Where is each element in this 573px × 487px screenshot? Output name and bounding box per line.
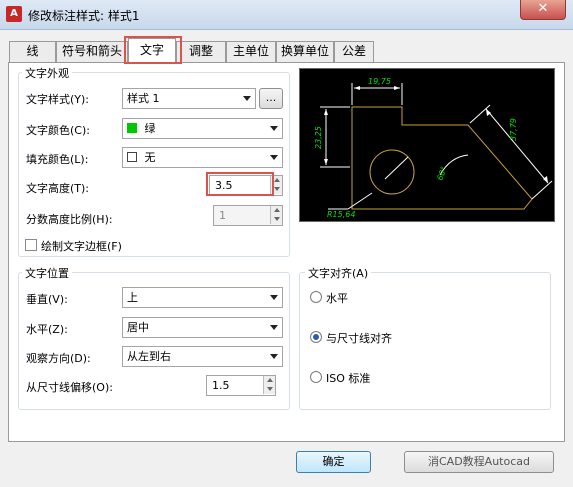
text-placement-title: 文字位置 <box>22 265 72 281</box>
dimension-preview-drawing: 19,75 23,25 37,79 60° R15,64 <box>314 77 553 219</box>
offset-value: 1.5 <box>212 379 230 392</box>
text-height-label: 文字高度(T): <box>26 182 90 195</box>
align-iso-label: ISO 标准 <box>326 372 371 385</box>
fill-color-select[interactable]: 无 <box>122 147 283 168</box>
empty-color-swatch <box>127 152 137 162</box>
preview-dimension-lines <box>320 83 553 210</box>
tab-primary-units[interactable]: 主单位 <box>226 41 276 62</box>
preview-dim-top: 19,75 <box>368 77 391 86</box>
spin-up-icon <box>270 206 282 215</box>
preview-part-outline <box>351 106 533 210</box>
fraction-height-label: 分数高度比例(H): <box>26 213 113 226</box>
tab-lines[interactable]: 线 <box>9 41 56 62</box>
text-style-value: 样式 1 <box>127 92 160 105</box>
text-color-label: 文字颜色(C): <box>26 124 90 137</box>
text-style-label: 文字样式(Y): <box>26 93 90 106</box>
spin-down-icon[interactable] <box>263 385 275 394</box>
tab-alternate-units[interactable]: 换算单位 <box>276 41 334 62</box>
text-style-select[interactable]: 样式 1 <box>122 88 256 109</box>
vertical-select[interactable]: 上 <box>122 287 283 308</box>
tab-symbols-arrows[interactable]: 符号和箭头 <box>56 41 128 62</box>
fraction-height-value: 1 <box>219 209 226 222</box>
chevron-down-icon <box>270 354 278 359</box>
close-button[interactable]: ✕ <box>520 0 566 20</box>
align-horizontal-radio[interactable] <box>310 291 322 303</box>
tab-fit[interactable]: 调整 <box>176 41 226 62</box>
preview-geometry <box>351 106 533 210</box>
ok-button[interactable]: 确定 <box>296 451 371 473</box>
preview-dim-right: 37,79 <box>509 118 518 141</box>
chevron-down-icon <box>270 325 278 330</box>
horizontal-value: 居中 <box>127 321 149 334</box>
text-height-highlight-box <box>206 172 274 196</box>
align-iso-radio[interactable] <box>310 371 322 383</box>
green-color-swatch <box>127 123 137 133</box>
view-direction-value: 从左到右 <box>127 350 171 363</box>
draw-frame-checkbox[interactable] <box>25 239 37 251</box>
text-alignment-title: 文字对齐(A) <box>305 265 372 281</box>
fraction-height-input: 1 <box>213 205 283 226</box>
spin-down-icon <box>270 215 282 224</box>
tab-tolerances[interactable]: 公差 <box>334 41 374 62</box>
window-title: 修改标注样式: 样式1 <box>28 9 140 23</box>
preview-dim-radius: R15,64 <box>327 210 355 219</box>
cancel-button[interactable]: 消CAD教程Autocad <box>404 451 554 473</box>
offset-input[interactable]: 1.5 <box>206 375 276 396</box>
draw-frame-label: 绘制文字边框(F) <box>41 240 122 253</box>
preview-dim-left: 23,25 <box>314 126 323 149</box>
align-with-dimension-line-label: 与尺寸线对齐 <box>326 332 392 345</box>
text-color-value: 绿 <box>144 122 156 135</box>
fill-color-value: 无 <box>144 151 156 164</box>
align-horizontal-label: 水平 <box>326 292 348 305</box>
preview-dim-angle: 60° <box>435 165 448 181</box>
text-style-browse-button[interactable]: ... <box>259 88 283 109</box>
chevron-down-icon <box>270 155 278 160</box>
dimension-preview: 19,75 23,25 37,79 60° R15,64 <box>299 68 555 222</box>
close-icon: ✕ <box>537 1 549 16</box>
vertical-value: 上 <box>127 291 138 304</box>
autocad-app-icon: A <box>6 6 22 22</box>
spin-up-icon[interactable] <box>263 376 275 385</box>
fill-color-label: 填充颜色(L): <box>26 153 89 166</box>
chevron-down-icon <box>243 96 251 101</box>
text-color-select[interactable]: 绿 <box>122 118 283 139</box>
view-direction-select[interactable]: 从左到右 <box>122 346 283 367</box>
text-appearance-title: 文字外观 <box>22 65 72 81</box>
tab-highlight-box <box>124 36 182 64</box>
horizontal-label: 水平(Z): <box>26 323 68 336</box>
horizontal-select[interactable]: 居中 <box>122 317 283 338</box>
view-direction-label: 观察方向(D): <box>26 352 91 365</box>
chevron-down-icon <box>270 126 278 131</box>
align-with-dimension-line-radio[interactable] <box>310 331 322 343</box>
offset-label: 从尺寸线偏移(O): <box>26 381 113 394</box>
vertical-label: 垂直(V): <box>26 293 68 306</box>
chevron-down-icon <box>270 295 278 300</box>
